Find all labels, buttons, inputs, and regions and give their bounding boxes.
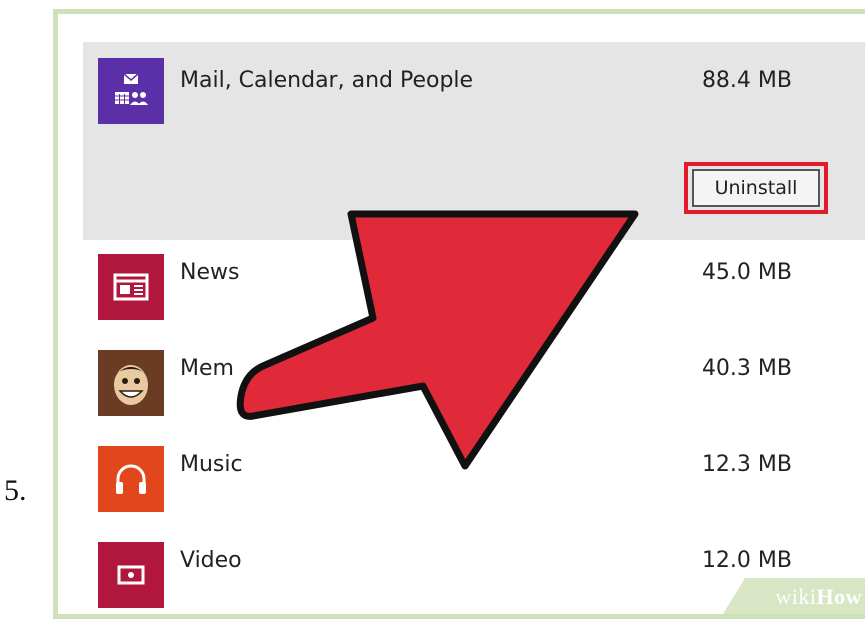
app-row-music[interactable]: Music 12.3 MB xyxy=(83,432,865,528)
news-icon xyxy=(98,254,164,320)
meme-face-icon xyxy=(98,350,164,416)
uninstall-highlight-box: Uninstall xyxy=(684,162,828,214)
mail-calendar-people-icon xyxy=(98,58,164,124)
app-size: 88.4 MB xyxy=(701,68,792,93)
step-number: 5. xyxy=(4,474,27,507)
app-name: News xyxy=(180,260,240,285)
headphones-icon xyxy=(98,446,164,512)
wikihow-watermark: wikiHow xyxy=(723,578,865,614)
app-name: Video xyxy=(180,548,242,573)
app-name: Mail, Calendar, and People xyxy=(180,68,474,93)
uninstall-button[interactable]: Uninstall xyxy=(692,169,820,207)
app-size: 45.0 MB xyxy=(701,260,792,285)
app-name: Mem xyxy=(180,356,234,381)
app-size: 12.3 MB xyxy=(701,452,792,477)
app-list: Mail, Calendar, and People 88.4 MB Unins… xyxy=(58,14,865,614)
screenshot-frame: Mail, Calendar, and People 88.4 MB Unins… xyxy=(53,9,865,619)
app-name: Music xyxy=(180,452,243,477)
app-row-news[interactable]: News 45.0 MB xyxy=(83,240,865,336)
app-size: 40.3 MB xyxy=(701,356,792,381)
video-icon xyxy=(98,542,164,608)
app-row-mail-calendar-people[interactable]: Mail, Calendar, and People 88.4 MB Unins… xyxy=(83,42,865,240)
app-size: 12.0 MB xyxy=(701,548,792,573)
app-row-meme[interactable]: Mem 40.3 MB xyxy=(83,336,865,432)
